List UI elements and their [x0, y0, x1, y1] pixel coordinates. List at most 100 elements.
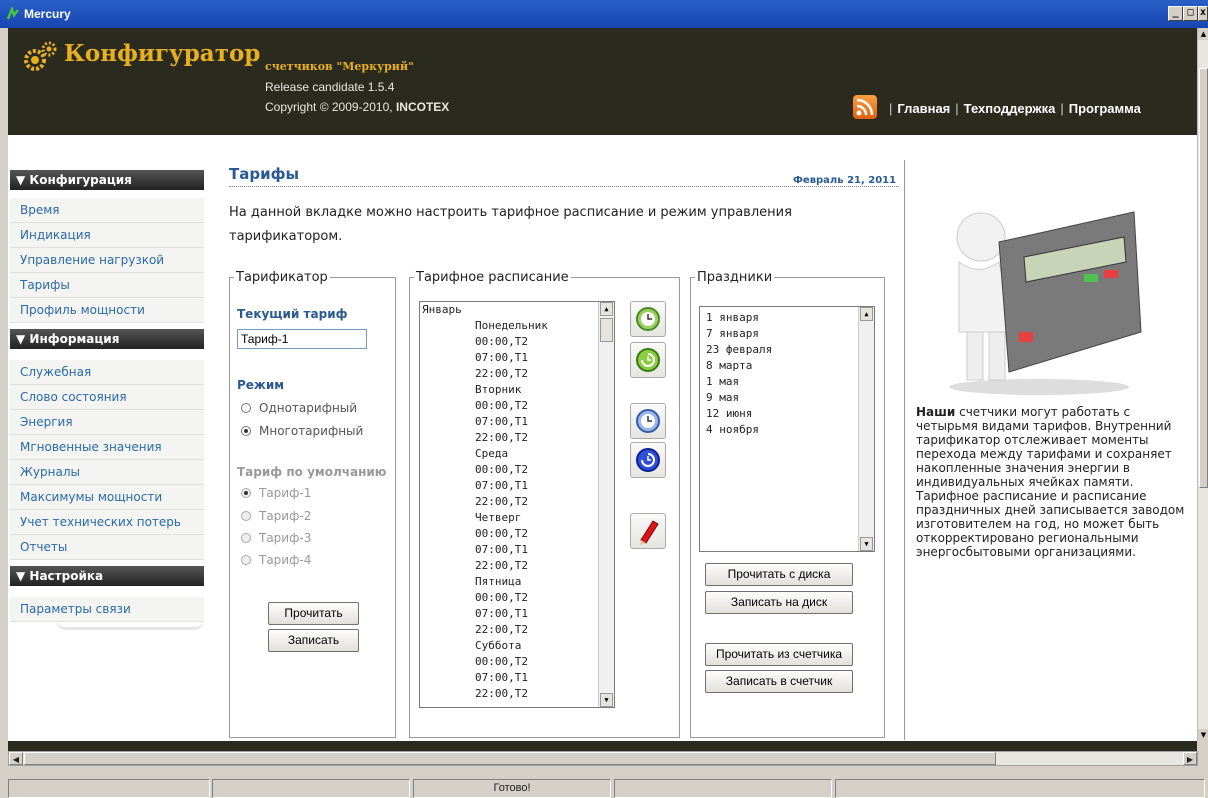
clock-edit-icon[interactable]	[630, 403, 666, 439]
status-text: Готово!	[413, 779, 611, 798]
schedule-row[interactable]: 22:00,T2	[422, 494, 528, 510]
scroll-down-arrow[interactable]: ▼	[860, 537, 873, 551]
read-from-disk-button[interactable]: Прочитать с диска	[705, 563, 853, 586]
schedule-row[interactable]: 22:00,T2	[422, 686, 528, 702]
sidebar-item-indication[interactable]: Индикация	[10, 223, 204, 248]
schedule-row[interactable]: 22:00,T2	[422, 558, 528, 574]
clock-history-icon[interactable]	[630, 442, 666, 478]
close-button[interactable]: x	[1198, 6, 1208, 21]
minimize-button[interactable]: _	[1168, 6, 1183, 21]
holidays-scrollbar[interactable]: ▲ ▼	[858, 307, 874, 551]
current-tariff-input[interactable]	[237, 329, 367, 349]
scroll-down-arrow[interactable]: ▼	[600, 693, 613, 707]
sidebar-section-config[interactable]: ▼ Конфигурация	[10, 170, 204, 190]
write-to-meter-button[interactable]: Записать в счетчик	[705, 670, 853, 693]
schedule-row[interactable]: Пятница	[422, 574, 521, 590]
schedule-row[interactable]: 07:00,T1	[422, 542, 528, 558]
holiday-row[interactable]: 1 мая	[706, 374, 739, 390]
holiday-row[interactable]: 23 февраля	[706, 342, 772, 358]
sidebar-item-tariffs[interactable]: Тарифы	[10, 273, 204, 298]
sidebar-item-instant-values[interactable]: Мгновенные значения	[10, 435, 204, 460]
scroll-up-arrow[interactable]: ▲	[1198, 28, 1208, 40]
schedule-row[interactable]: 00:00,T2	[422, 334, 528, 350]
sidebar-item-journals[interactable]: Журналы	[10, 460, 204, 485]
mode-multi-radio[interactable]: Многотарифный	[241, 424, 363, 438]
scroll-thumb[interactable]	[600, 318, 613, 342]
schedule-row[interactable]: 00:00,T2	[422, 398, 528, 414]
schedule-row[interactable]: 22:00,T2	[422, 430, 528, 446]
scroll-down-arrow[interactable]: ▼	[1198, 729, 1208, 741]
holiday-row[interactable]: 7 января	[706, 326, 759, 342]
schedule-scrollbar[interactable]: ▲ ▼	[598, 302, 614, 707]
schedule-row[interactable]: 22:00,T2	[422, 366, 528, 382]
scroll-thumb[interactable]	[24, 752, 996, 765]
default-tariff-1-radio[interactable]: Тариф-1	[241, 486, 311, 500]
sidebar-item-service[interactable]: Служебная	[10, 360, 204, 385]
schedule-listbox[interactable]: Январь Понедельник 00:00,T2 07:00,T1 22:…	[419, 301, 615, 708]
sidebar-item-reports[interactable]: Отчеты	[10, 535, 204, 560]
holiday-row[interactable]: 8 марта	[706, 358, 752, 374]
sidebar-item-power-profile[interactable]: Профиль мощности	[10, 298, 204, 323]
company-name: INCOTEX	[395, 100, 450, 114]
schedule-row[interactable]: 00:00,T2	[422, 590, 528, 606]
gear-icon	[24, 41, 57, 71]
sidebar-section-settings[interactable]: ▼ Настройка	[10, 566, 204, 586]
eraser-icon[interactable]	[630, 513, 666, 549]
schedule-row[interactable]: 00:00,T2	[422, 654, 528, 670]
sidebar-item-power-maximums[interactable]: Максимумы мощности	[10, 485, 204, 510]
read-from-meter-button[interactable]: Прочитать из счетчика	[705, 643, 853, 666]
window-horizontal-scrollbar[interactable]: ◀ ▶	[8, 751, 1198, 766]
holiday-row[interactable]: 12 июня	[706, 406, 752, 422]
scroll-up-arrow[interactable]: ▲	[860, 307, 873, 321]
sidebar-item-connection-params[interactable]: Параметры связи	[10, 597, 204, 622]
mode-single-radio[interactable]: Однотарифный	[241, 401, 357, 415]
schedule-row[interactable]: Четверг	[422, 510, 521, 526]
schedule-row[interactable]: 00:00,T2	[422, 526, 528, 542]
maximize-button[interactable]: □	[1183, 6, 1198, 21]
default-tariff-2-radio[interactable]: Тариф-2	[241, 509, 311, 523]
tariff-read-button[interactable]: Прочитать	[268, 602, 359, 625]
holiday-row[interactable]: 9 мая	[706, 390, 739, 406]
sidebar-item-load-control[interactable]: Управление нагрузкой	[10, 248, 204, 273]
window-vertical-scrollbar[interactable]: ▲ ▼	[1197, 28, 1208, 741]
scroll-left-arrow[interactable]: ◀	[9, 752, 23, 765]
sidebar-section-info[interactable]: ▼ Информация	[10, 329, 204, 349]
schedule-row[interactable]: 22:00,T2	[422, 622, 528, 638]
holidays-listbox[interactable]: 1 января 7 января 23 февраля 8 марта 1 м…	[699, 306, 875, 552]
nav-link-support[interactable]: Техподдержка	[964, 101, 1056, 116]
default-tariff-2-label: Тариф-2	[259, 509, 312, 523]
sidebar-item-time[interactable]: Время	[10, 198, 204, 223]
nav-link-home[interactable]: Главная	[897, 101, 950, 116]
radio-dot-selected	[241, 425, 251, 436]
scroll-thumb[interactable]	[1199, 68, 1208, 488]
page-date: Февраль 21, 2011	[793, 175, 897, 186]
scroll-right-arrow[interactable]: ▶	[1183, 752, 1197, 765]
sidebar-item-status-word[interactable]: Слово состояния	[10, 385, 204, 410]
schedule-row[interactable]: Январь	[422, 302, 462, 318]
schedule-row[interactable]: Суббота	[422, 638, 521, 654]
schedule-row[interactable]: 07:00,T1	[422, 350, 528, 366]
scroll-up-arrow[interactable]: ▲	[600, 302, 613, 316]
schedule-row[interactable]: 07:00,T1	[422, 478, 528, 494]
rss-icon[interactable]	[853, 95, 877, 119]
schedule-row[interactable]: 07:00,T1	[422, 606, 528, 622]
default-tariff-3-radio[interactable]: Тариф-3	[241, 531, 311, 545]
nav-link-program[interactable]: Программа	[1069, 101, 1141, 116]
schedule-row[interactable]: 00:00,T2	[422, 462, 528, 478]
write-to-disk-button[interactable]: Записать на диск	[705, 591, 853, 614]
sidebar-item-energy[interactable]: Энергия	[10, 410, 204, 435]
default-tariff-4-label: Тариф-4	[259, 553, 312, 567]
holiday-row[interactable]: 4 ноября	[706, 422, 759, 438]
status-cell	[614, 779, 832, 798]
schedule-row[interactable]: Среда	[422, 446, 508, 462]
schedule-row[interactable]: 07:00,T1	[422, 414, 528, 430]
clock-add-icon[interactable]	[630, 301, 666, 337]
clock-refresh-icon[interactable]	[630, 342, 666, 378]
tariff-write-button[interactable]: Записать	[268, 629, 359, 652]
sidebar-item-tech-losses[interactable]: Учет технических потерь	[10, 510, 204, 535]
schedule-row[interactable]: Понедельник	[422, 318, 548, 334]
holiday-row[interactable]: 1 января	[706, 310, 759, 326]
schedule-row[interactable]: 07:00,T1	[422, 670, 528, 686]
default-tariff-4-radio[interactable]: Тариф-4	[241, 553, 311, 567]
schedule-row[interactable]: Вторник	[422, 382, 521, 398]
